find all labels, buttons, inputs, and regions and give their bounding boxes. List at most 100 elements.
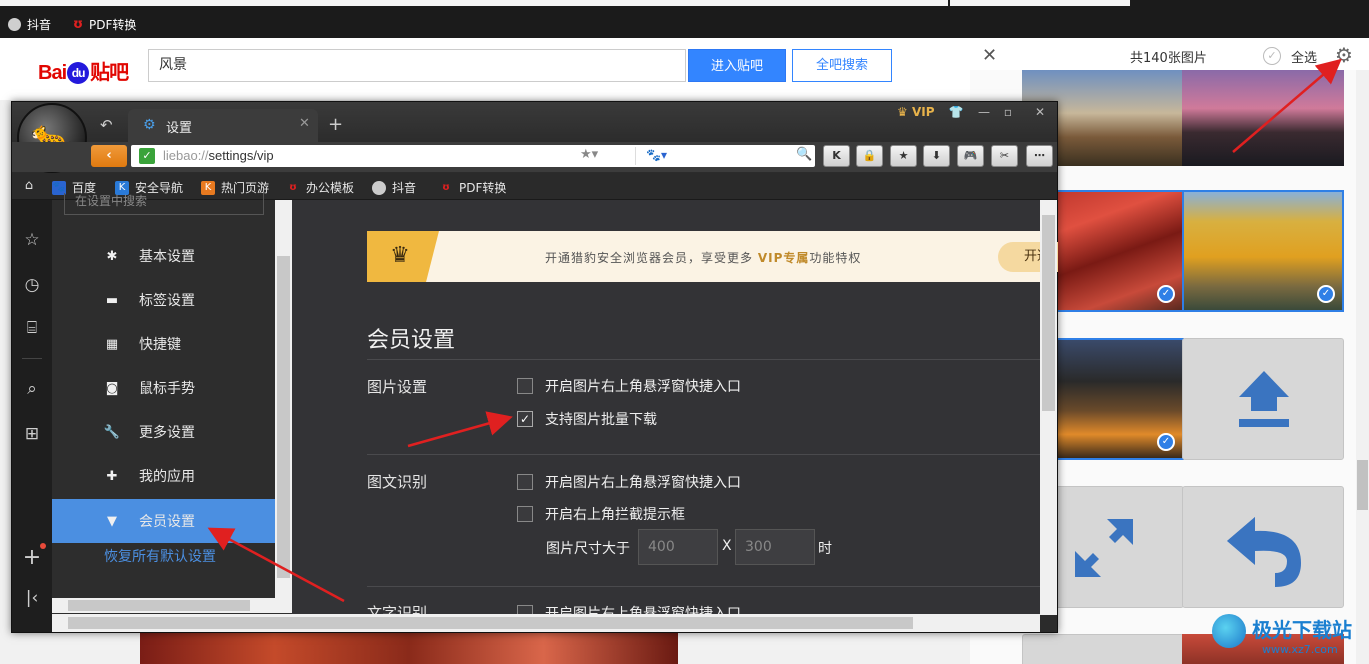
favorite-icon[interactable]: ★ (890, 145, 917, 167)
maximize-button[interactable]: ▫ (998, 104, 1018, 120)
nav-mouse-gestures[interactable]: ◙ 鼠标手势 (52, 366, 275, 410)
upload-button[interactable] (1182, 338, 1344, 460)
nav-my-apps[interactable]: ✚ 我的应用 (52, 454, 275, 498)
panel-scrollbar[interactable] (1356, 70, 1369, 664)
close-window-button[interactable]: ✕ (1030, 104, 1050, 120)
image-thumb-selected[interactable]: ✓ (1182, 190, 1344, 312)
checkbox[interactable] (517, 506, 533, 522)
cut-icon[interactable]: ✂ (991, 145, 1018, 167)
settings-search-input[interactable]: 在设置中搜索 (64, 193, 264, 215)
panel-scrollbar-thumb[interactable] (1357, 460, 1368, 510)
tab-close-icon[interactable]: ✕ (299, 116, 310, 131)
office-icon: ʊ (289, 181, 297, 193)
back-button[interactable]: ‹ (91, 145, 127, 167)
upload-icon (1239, 371, 1289, 427)
star-icon[interactable]: ☆ (20, 228, 44, 252)
search-icon[interactable]: ⌕ (20, 377, 44, 401)
sidebar-scrollbar-thumb[interactable] (277, 256, 290, 578)
select-all-label[interactable]: 全选 (1291, 47, 1317, 66)
close-icon[interactable]: ✕ (982, 46, 998, 66)
bookmark-pdf[interactable]: ʊ PDF转换 (439, 179, 506, 196)
size-width-input[interactable]: 400 (638, 529, 718, 565)
size-label: 图片尺寸大于 (546, 541, 630, 557)
undo-tab-icon[interactable]: ↶ (100, 116, 113, 134)
keyboard-icon: ▦ (105, 336, 119, 352)
checkbox[interactable] (517, 378, 533, 394)
restore-defaults-link[interactable]: 恢复所有默认设置 (104, 546, 216, 566)
new-tab-button[interactable]: + (328, 115, 343, 135)
option-ocr-float[interactable]: 开启图片右上角悬浮窗快捷入口 (517, 472, 741, 492)
rail-divider (22, 358, 42, 359)
search-engine-icon[interactable]: 🐾▾ (646, 148, 667, 162)
minimize-button[interactable]: — (974, 104, 994, 120)
skin-icon[interactable]: 👕 (946, 104, 966, 120)
content-scrollbar-thumb[interactable] (1042, 215, 1055, 411)
bookmark-star-icon[interactable]: ★▾ (580, 147, 598, 162)
select-all-checkbox[interactable]: ✓ (1263, 47, 1281, 65)
option-batch-download[interactable]: ✓ 支持图片批量下载 (517, 409, 657, 429)
checkbox-checked[interactable]: ✓ (517, 411, 533, 427)
checkbox[interactable] (517, 474, 533, 490)
crown-icon: ♛ (390, 243, 410, 268)
bookmark-office[interactable]: ʊ 办公模板 (286, 179, 354, 196)
tab-settings[interactable] (128, 109, 318, 142)
size-height-input[interactable]: 300 (735, 529, 815, 565)
address-divider (635, 147, 636, 165)
divider (367, 586, 1040, 587)
collapse-icon[interactable]: |‹ (20, 586, 44, 610)
image-count: 共140张图片 (1130, 51, 1207, 66)
download-icon[interactable]: ⬇ (923, 145, 950, 167)
k-icon[interactable]: K (823, 145, 850, 167)
size-unit-label: 时 (818, 541, 832, 557)
search-all-button[interactable]: 全吧搜索 (792, 49, 892, 82)
gear-icon[interactable]: ⚙ (1335, 44, 1353, 66)
enter-tieba-button[interactable]: 进入贴吧 (688, 49, 786, 82)
size-x-label: X (722, 538, 732, 554)
tool-button[interactable] (1022, 634, 1184, 664)
vip-badge[interactable]: ♛ VIP (897, 105, 934, 119)
bookmark-douyin[interactable]: 抖音 (372, 179, 416, 196)
tab-icon: ▬ (105, 292, 119, 308)
option-ocr-intercept[interactable]: 开启右上角拦截提示框 (517, 504, 685, 524)
history-icon[interactable]: ◷ (20, 273, 44, 297)
secure-icon[interactable]: ✓ (139, 148, 155, 164)
divider (367, 359, 1040, 360)
image-thumb[interactable] (1182, 70, 1344, 166)
content-hscrollbar-thumb[interactable] (68, 617, 913, 629)
gamepad-icon[interactable]: ⊞ (20, 422, 44, 446)
home-icon[interactable]: ⌂ (22, 179, 36, 193)
more-icon[interactable]: ⋯ (1026, 145, 1053, 167)
watermark-url: www.xz7.com (1262, 643, 1338, 656)
tieba-search-input[interactable]: 风景 (148, 49, 686, 82)
toolbox-icon[interactable]: ⌸ (20, 316, 44, 340)
nav-vip[interactable]: ▼ 会员设置 (52, 499, 275, 543)
game-icon[interactable]: 🎮 (957, 145, 984, 167)
pdf-icon: ʊ (442, 181, 450, 193)
nav-tabs[interactable]: ▬ 标签设置 (52, 278, 275, 322)
vip-icon: ▼ (107, 513, 117, 529)
background-address-strip (0, 0, 948, 6)
tab-title: 设置 (166, 121, 193, 136)
nav-more[interactable]: 🔧 更多设置 (52, 410, 275, 454)
add-icon[interactable]: + (20, 546, 44, 570)
group-label-ocr: 图文识别 (367, 473, 428, 491)
sidebar-hscrollbar-thumb[interactable] (68, 600, 250, 611)
divider (367, 454, 1040, 455)
nav-basic[interactable]: ✱ 基本设置 (52, 234, 275, 278)
option-image-float[interactable]: 开启图片右上角悬浮窗快捷入口 (517, 376, 741, 396)
undo-button[interactable] (1182, 486, 1344, 608)
douyin-icon (8, 17, 21, 31)
bg-bookmark-pdf[interactable]: ʊ PDF转换 (73, 14, 136, 34)
gear-icon: ✱ (106, 248, 118, 264)
nav-shortcuts[interactable]: ▦ 快捷键 (52, 322, 275, 366)
url-text[interactable]: liebao://settings/vip (163, 148, 274, 163)
baidu-tieba-logo[interactable]: Bai du 贴吧 (38, 56, 129, 85)
lock-icon[interactable]: 🔒 (856, 145, 883, 167)
search-icon[interactable]: 🔍 (796, 147, 812, 162)
bg-bookmark-douyin[interactable]: 抖音 (8, 14, 51, 34)
vip-banner-text: 开通猎豹安全浏览器会员，享受更多 VIP专属功能特权 (545, 251, 862, 265)
background-photo (140, 632, 678, 664)
background-address-strip-right (950, 0, 1130, 6)
section-title: 会员设置 (367, 328, 456, 353)
douyin-icon (372, 180, 386, 195)
